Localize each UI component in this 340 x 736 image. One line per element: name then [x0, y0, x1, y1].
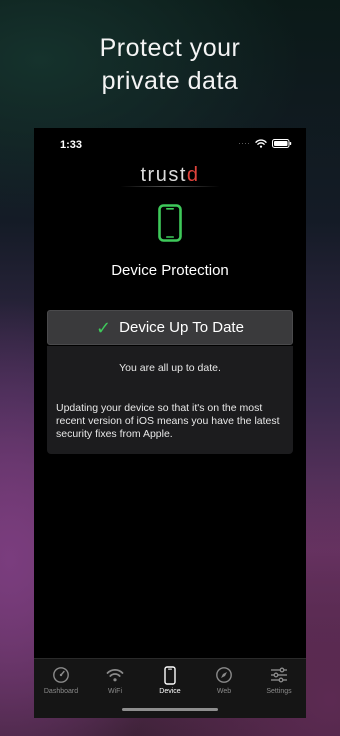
tab-label: Dashboard — [43, 688, 79, 695]
logo-text-main: trust — [140, 164, 187, 186]
device-status-button[interactable]: ✓ Device Up To Date — [47, 310, 293, 345]
tab-label: Settings — [266, 688, 292, 695]
tab-label: Web — [216, 688, 232, 695]
trustd-logo: trustd — [34, 164, 306, 187]
gauge-icon — [34, 665, 88, 685]
headline-line-1: Protect your — [99, 34, 241, 62]
tab-web[interactable]: Web — [197, 665, 251, 695]
smartphone-icon — [158, 204, 182, 247]
wifi-icon — [88, 665, 142, 685]
headline-line-2: private data — [101, 67, 239, 95]
status-icons: ···· — [238, 138, 292, 148]
header-divider — [120, 186, 220, 187]
sliders-icon — [252, 665, 306, 685]
page-title: Device Protection — [111, 262, 229, 279]
tab-settings[interactable]: Settings — [252, 665, 306, 695]
tab-dashboard[interactable]: Dashboard — [34, 665, 88, 695]
info-card: You are all up to date. Updating your de… — [47, 346, 293, 454]
signal-dots-icon: ···· — [238, 138, 250, 148]
compass-icon — [197, 665, 251, 685]
app-header: trustd — [34, 164, 306, 188]
info-detail: Updating your device so that it's on the… — [56, 402, 280, 440]
tab-device[interactable]: Device — [143, 665, 197, 695]
status-time: 1:33 — [60, 139, 83, 151]
device-status-label: Device Up To Date — [119, 319, 244, 336]
tab-label: Device — [159, 688, 181, 695]
promo-headline: Protect your private data — [0, 32, 340, 98]
checkmark-icon: ✓ — [96, 317, 112, 338]
smartphone-icon — [143, 665, 197, 685]
battery-icon — [272, 138, 292, 148]
phone-screen: 1:33 ···· trustd Device Protection ✓ Dev… — [34, 128, 306, 718]
info-summary: You are all up to date. — [119, 362, 221, 374]
tab-label: WiFi — [108, 688, 122, 695]
logo-text-accent: d — [186, 164, 200, 186]
status-bar: 1:33 ···· — [34, 128, 306, 162]
wifi-status-icon — [255, 138, 267, 148]
tab-wifi[interactable]: WiFi — [88, 665, 142, 695]
home-indicator[interactable] — [122, 708, 218, 711]
